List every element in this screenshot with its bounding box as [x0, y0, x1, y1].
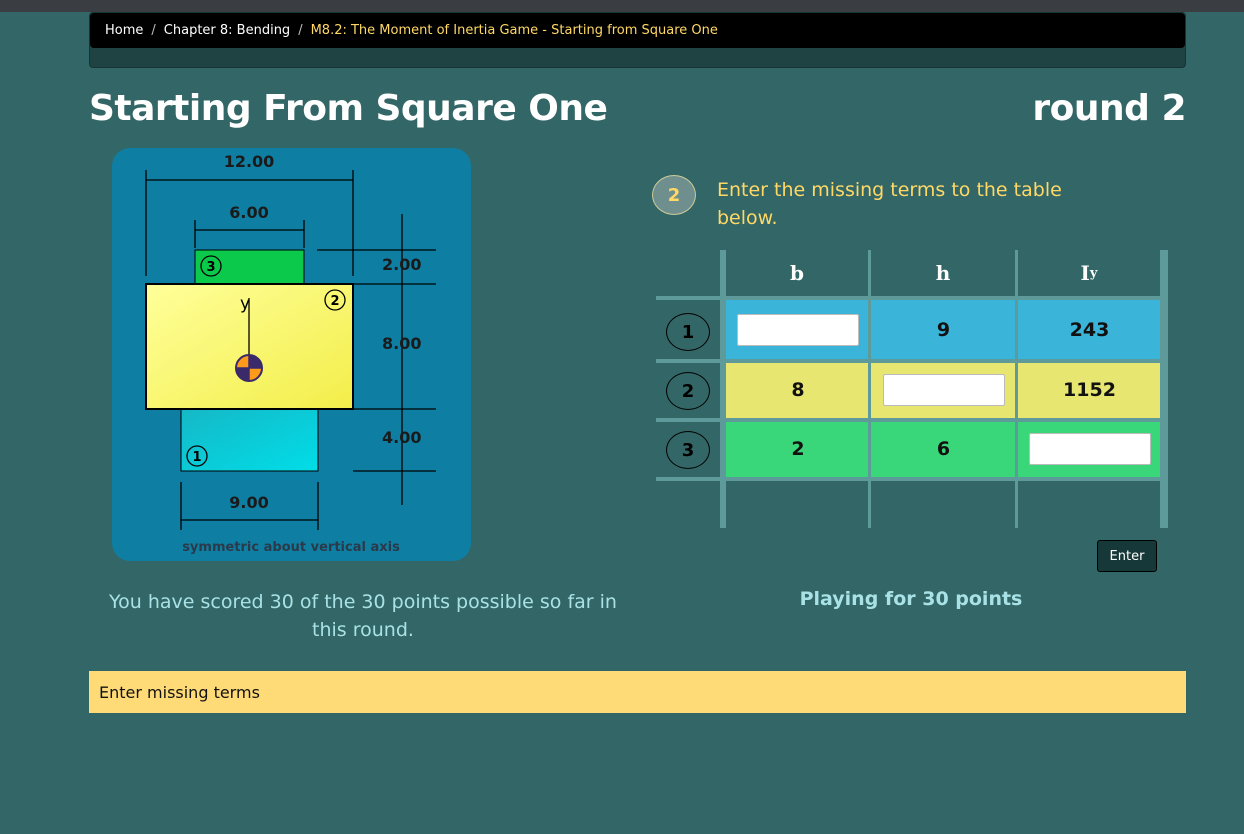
breadcrumb-separator: /: [298, 23, 303, 38]
dim-mid-width: 6.00: [229, 203, 268, 222]
dim-h-top: 2.00: [382, 255, 421, 274]
round-indicator: round 2: [1032, 88, 1186, 129]
cross-section-figure: 3 2 1 12.00 6.00 9.00 2.00 8.00 4.00 y s…: [112, 148, 471, 561]
input-row1-b[interactable]: [737, 313, 859, 346]
cell-row3-b: 2: [726, 421, 870, 477]
cell-row2-iy: 1152: [1017, 362, 1162, 418]
dim-bottom-width: 9.00: [229, 493, 268, 512]
header-iy: Iy: [1018, 250, 1160, 296]
breadcrumb-separator: /: [151, 23, 156, 38]
cell-row2-h: [870, 362, 1017, 418]
instruction-text: Enter the missing terms to the table bel…: [717, 179, 1062, 229]
row-number-1: 1: [666, 313, 710, 351]
row-number-3: 3: [666, 431, 710, 469]
cell-row3-h: 6: [870, 421, 1017, 477]
header-h: h: [935, 261, 951, 285]
axis-label: y: [240, 294, 250, 314]
breadcrumb-current: M8.2: The Moment of Inertia Game - Start…: [310, 23, 718, 38]
breadcrumb-chapter[interactable]: Chapter 8: Bending: [164, 23, 290, 38]
part-1-rect: [180, 408, 319, 472]
breadcrumb-home[interactable]: Home: [105, 23, 143, 38]
playing-for-text: Playing for 30 points: [799, 588, 1023, 610]
cell-row1-iy: 243: [1017, 300, 1162, 359]
cell-row1-h: 9: [870, 300, 1017, 359]
centroid-icon: [235, 354, 263, 382]
part-1-label: 1: [192, 450, 201, 465]
enter-button[interactable]: Enter: [1097, 540, 1157, 572]
input-row2-h[interactable]: [882, 374, 1005, 406]
page-title: Starting From Square One: [89, 88, 608, 129]
input-row3-iy[interactable]: [1028, 433, 1151, 465]
dim-h-bot: 4.00: [382, 428, 421, 447]
cell-row2-b: 8: [726, 362, 870, 418]
figure-caption: symmetric about vertical axis: [182, 540, 400, 555]
row-number-2: 2: [666, 372, 710, 410]
cell-row3-iy: [1017, 421, 1162, 477]
header-iy-sub: y: [1089, 265, 1098, 281]
breadcrumb: Home / Chapter 8: Bending / M8.2: The Mo…: [90, 13, 1185, 48]
cross-section-diagram: 3 2 1 12.00 6.00 9.00 2.00 8.00 4.00 y s…: [145, 152, 436, 555]
score-text: You have scored 30 of the 30 points poss…: [109, 591, 617, 641]
part-2-label: 2: [330, 294, 339, 309]
breadcrumb-container: Home / Chapter 8: Bending / M8.2: The Mo…: [89, 12, 1186, 68]
part-3-label: 3: [206, 260, 215, 275]
cell-row1-b: [726, 300, 870, 359]
header-iy-main: I: [1080, 261, 1090, 285]
dim-top-width: 12.00: [224, 152, 275, 171]
header-b: b: [790, 261, 804, 285]
moment-table: 9 243 8 1152 2 6 b h Iy 1 2 3: [656, 250, 1168, 528]
dim-h-mid: 8.00: [382, 334, 421, 353]
message-bar: Enter missing terms: [89, 671, 1186, 713]
window-top-strip: [0, 0, 1244, 12]
step-badge: 2: [652, 175, 696, 215]
